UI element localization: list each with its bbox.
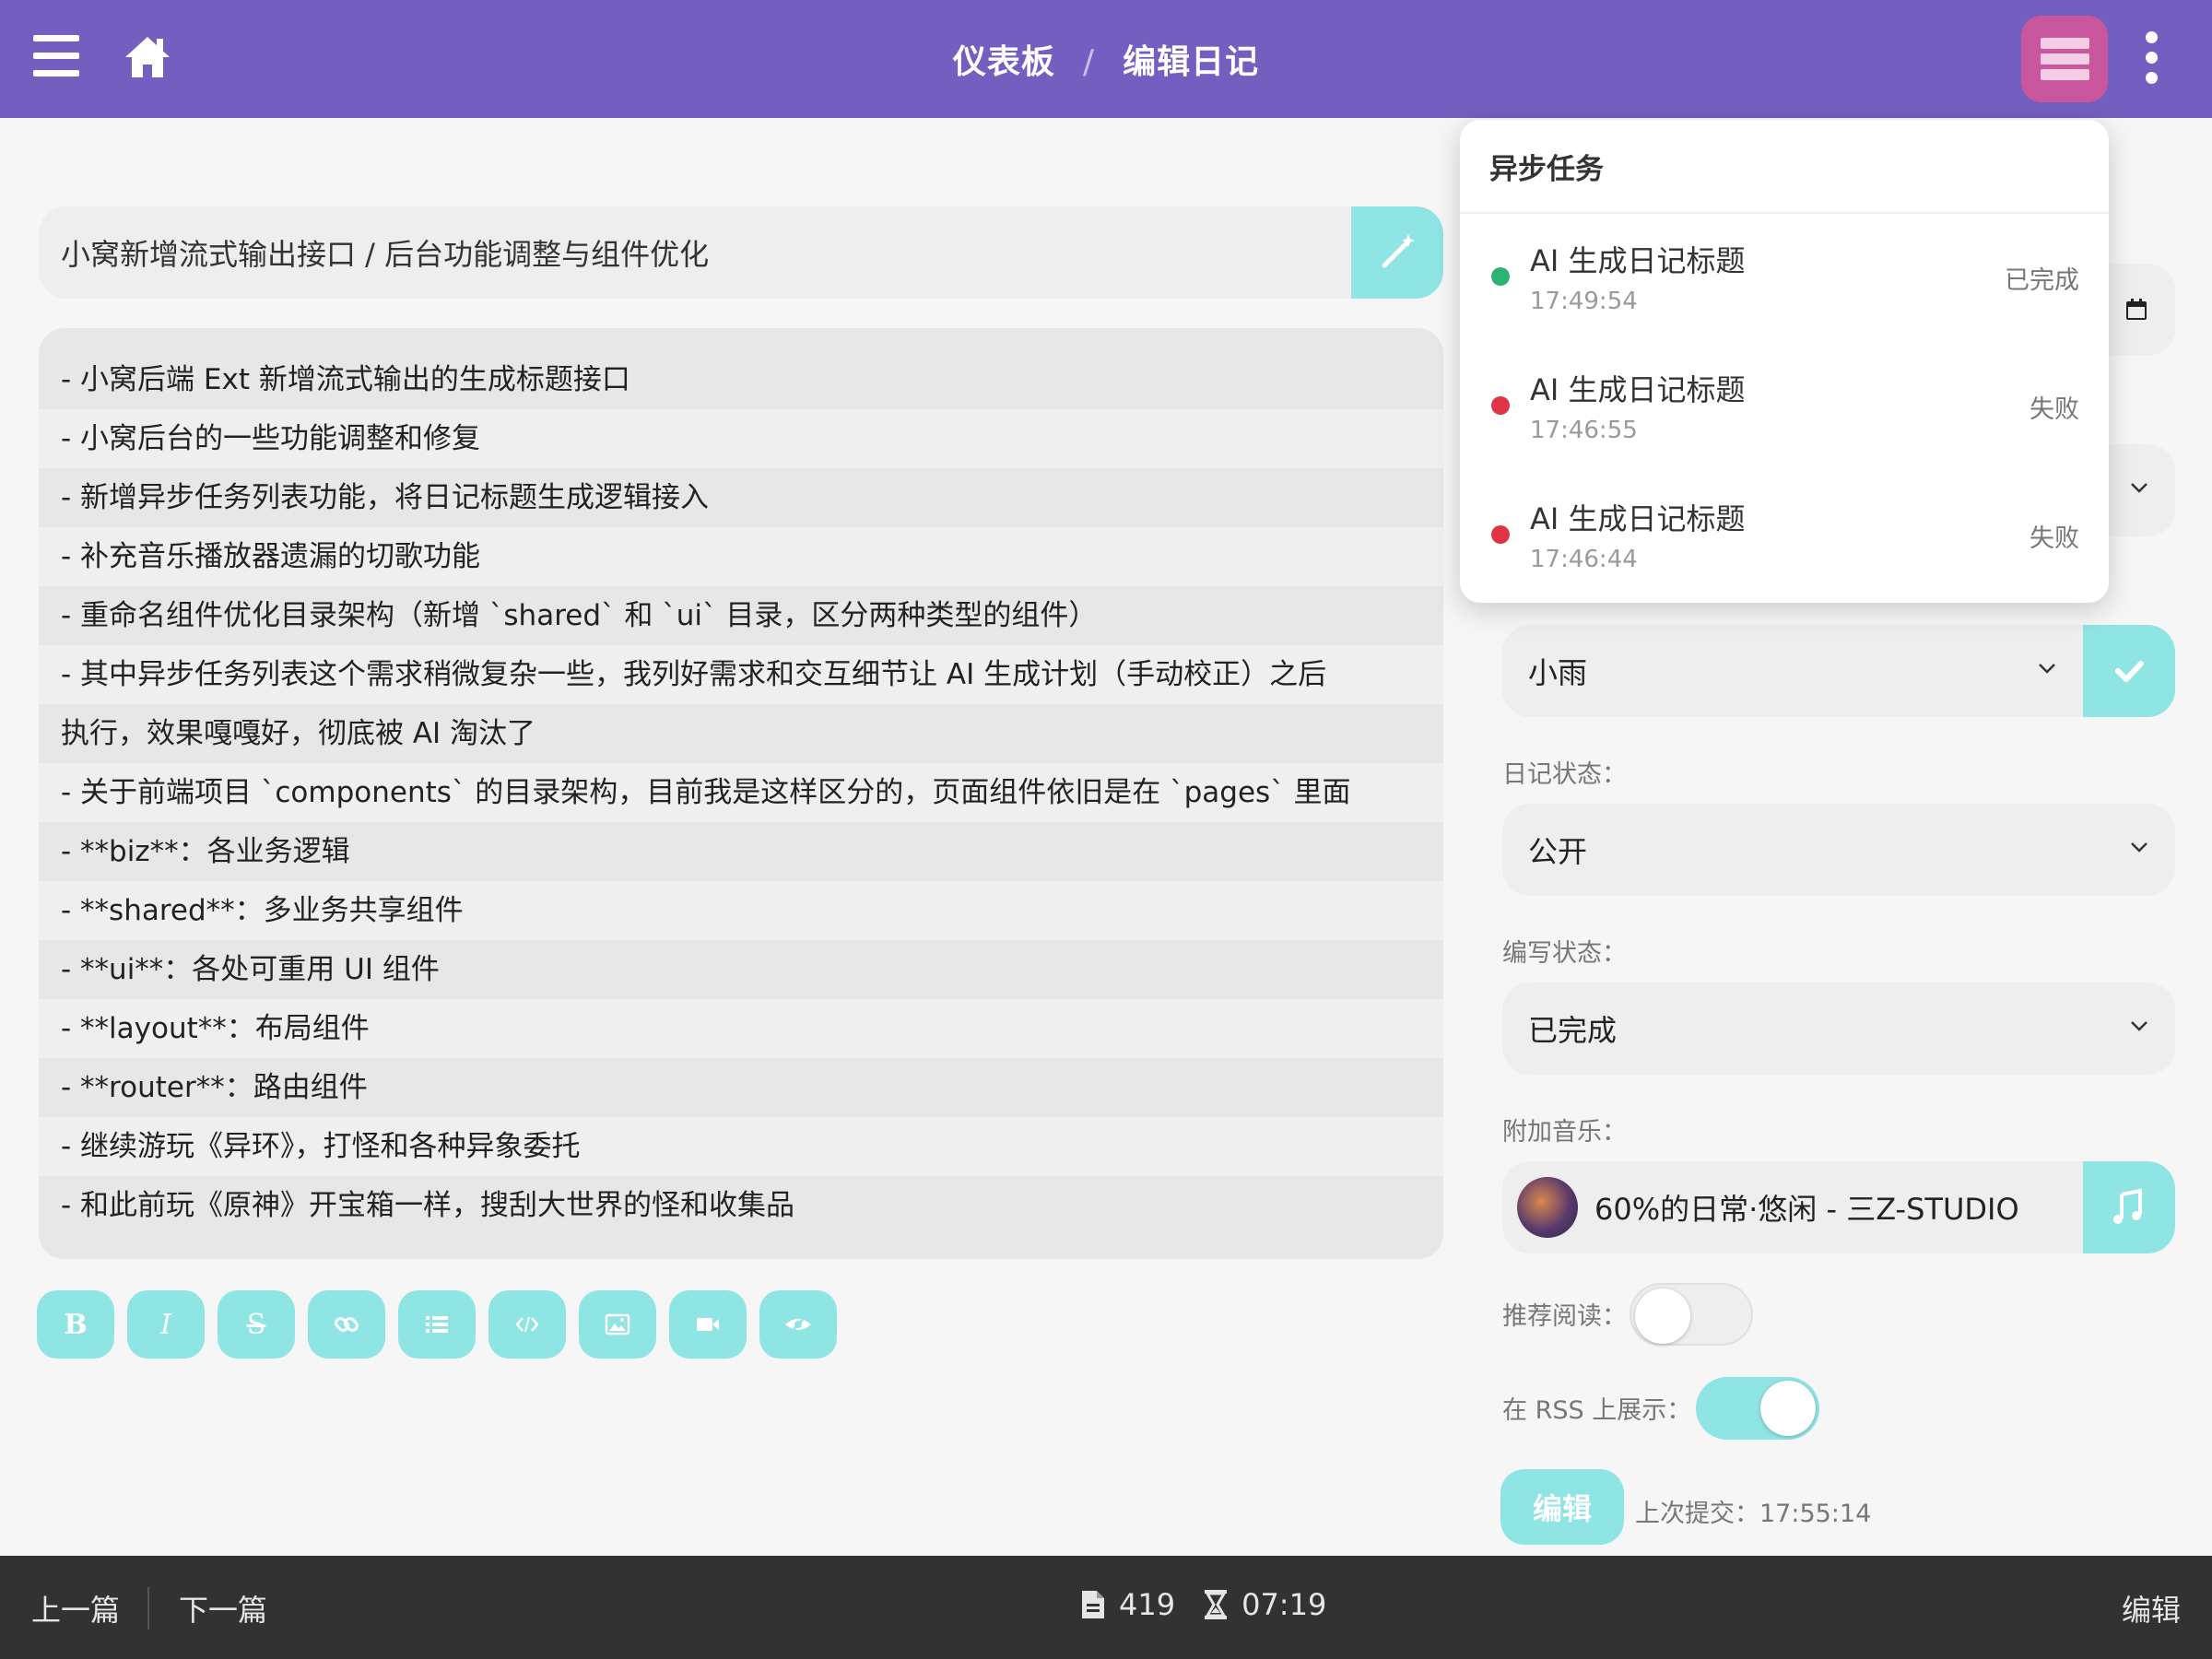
editor-line: - 关于前端项目 `components` 的目录架构，目前我是这样区分的，页面… [39,763,1443,822]
editor-line: - 重命名组件优化目录架构（新增 `shared` 和 `ui` 目录，区分两种… [61,599,1098,632]
weather-value: 小雨 [1528,655,1588,690]
hourglass-icon [1205,1590,1228,1619]
editor-line: - **biz**：各业务逻辑 [61,835,350,868]
task-name: AI 生成日记标题 [1530,243,1746,278]
strikethrough-icon[interactable]: S [218,1290,295,1359]
editor-line: - **ui**：各处可重用 UI 组件 [61,953,440,986]
editor-line: - **shared**：多业务共享组件 [39,881,1443,940]
status-dot [1491,396,1510,415]
music-cover-avatar [1517,1177,1578,1238]
editor-line: - **router**：路由组件 [61,1071,368,1104]
check-icon [2115,661,2144,682]
task-status: 已完成 [2005,266,2079,295]
task-item[interactable]: AI 生成日记标题 17:49:54 已完成 [1460,214,2109,343]
editor-line: - 补充音乐播放器遗漏的切歌功能 [39,527,1443,586]
breadcrumb-dashboard[interactable]: 仪表板 [953,43,1055,81]
chevron-down-icon [2131,842,2147,853]
read-time: 07:19 [1241,1587,1327,1622]
task-name: AI 生成日记标题 [1530,501,1746,536]
async-tasks-title: 异步任务 [1460,120,2109,214]
diary-stats: 419 07:19 [1080,1587,1326,1622]
music-picker-button[interactable] [2083,1161,2175,1253]
editor-line: - 和此前玩《原神》开宝箱一样，搜刮大世界的怪和收集品 [61,1189,795,1222]
image-icon[interactable] [579,1290,656,1359]
chevron-down-icon [2131,1021,2147,1031]
recommend-label: 推荐阅读： [1502,1302,1627,1331]
weather-select[interactable]: 小雨 [1502,625,2083,717]
breadcrumb-current: 编辑日记 [1123,43,1260,81]
task-time: 17:46:55 [1530,417,1638,444]
last-submit-time: 上次提交：17:55:14 [1635,1500,1872,1528]
task-time: 17:49:54 [1530,288,1638,315]
rss-label: 在 RSS 上展示： [1502,1396,1692,1425]
editor-line: - **layout**：布局组件 [39,999,1443,1058]
editor-line: 执行，效果嘎嘎好，彻底被 AI 淘汰了 [61,717,536,750]
chevron-down-icon [2039,664,2055,674]
status-dot [1491,267,1510,286]
status-dot [1491,525,1510,544]
async-tasks-panel: 异步任务 AI 生成日记标题 17:49:54 已完成 AI 生成日记标题 17… [1460,120,2109,603]
diary-content-editor[interactable]: - 小窝后端 Ext 新增流式输出的生成标题接口 - 小窝后台的一些功能调整和修复… [39,328,1443,1259]
task-name: AI 生成日记标题 [1530,372,1746,407]
breadcrumb-separator: / [1082,43,1096,81]
task-item[interactable]: AI 生成日记标题 17:46:44 失败 [1460,472,2109,601]
recommend-toggle[interactable] [1630,1283,1753,1346]
preview-icon[interactable] [759,1290,837,1359]
word-count: 419 [1119,1587,1176,1622]
diary-title-input[interactable] [39,206,1351,299]
bottom-bar: 上一篇 下一篇 419 07:19 编辑 [0,1556,2212,1659]
bold-icon[interactable]: B [37,1290,114,1359]
task-item[interactable]: AI 生成日记标题 17:46:55 失败 [1460,343,2109,472]
chevron-down-icon [2131,483,2147,493]
diary-status-value: 公开 [1528,834,1588,869]
magic-wand-icon [1382,234,1415,268]
footer-edit-link[interactable]: 编辑 [2122,1587,2181,1630]
top-bar: 仪表板 / 编辑日记 [0,0,2212,118]
rss-toggle[interactable] [1696,1377,1819,1440]
code-icon[interactable] [488,1290,566,1359]
writing-status-value: 已完成 [1528,1013,1618,1048]
task-status: 失败 [2030,395,2079,424]
editor-line: - 新增异步任务列表功能，将日记标题生成逻辑接入 [61,481,710,514]
task-time: 17:46:44 [1530,546,1638,573]
calendar-icon [2126,299,2147,320]
prev-diary-link[interactable]: 上一篇 [31,1587,120,1630]
divider [147,1587,149,1630]
document-icon [1082,1591,1104,1618]
weather-confirm-button[interactable] [2083,625,2175,717]
ai-generate-title-button[interactable] [1351,206,1443,299]
editor-line: - 小窝后端 Ext 新增流式输出的生成标题接口 [61,363,630,396]
music-label: 附加音乐： [1502,1118,1627,1147]
writing-status-select[interactable]: 已完成 [1502,982,2175,1075]
next-diary-link[interactable]: 下一篇 [179,1587,267,1630]
italic-icon[interactable]: I [127,1290,205,1359]
breadcrumb: 仪表板 / 编辑日记 [0,35,2212,83]
editor-line: - 继续游玩《异环》，打怪和各种异象委托 [39,1117,1443,1176]
list-icon[interactable] [398,1290,476,1359]
link-icon[interactable] [308,1290,385,1359]
writing-status-label: 编写状态： [1502,939,1627,968]
diary-status-label: 日记状态： [1502,760,1627,789]
edit-submit-button[interactable]: 编辑 [1500,1469,1624,1545]
async-tasks-icon[interactable] [2021,16,2108,102]
editor-line: - 其中异步任务列表这个需求稍微复杂一些，我列好需求和交互细节让 AI 生成计划… [39,645,1443,704]
more-vertical-icon[interactable] [2142,31,2160,87]
editor-line: - 小窝后台的一些功能调整和修复 [39,409,1443,468]
music-field[interactable]: 60%的日常·悠闲 - 三Z-STUDIO [1502,1161,2083,1253]
music-note-icon [2113,1188,2142,1224]
task-status: 失败 [2030,524,2079,553]
diary-status-select[interactable]: 公开 [1502,804,2175,896]
video-icon[interactable] [669,1290,747,1359]
music-title: 60%的日常·悠闲 - 三Z-STUDIO [1594,1192,2019,1227]
